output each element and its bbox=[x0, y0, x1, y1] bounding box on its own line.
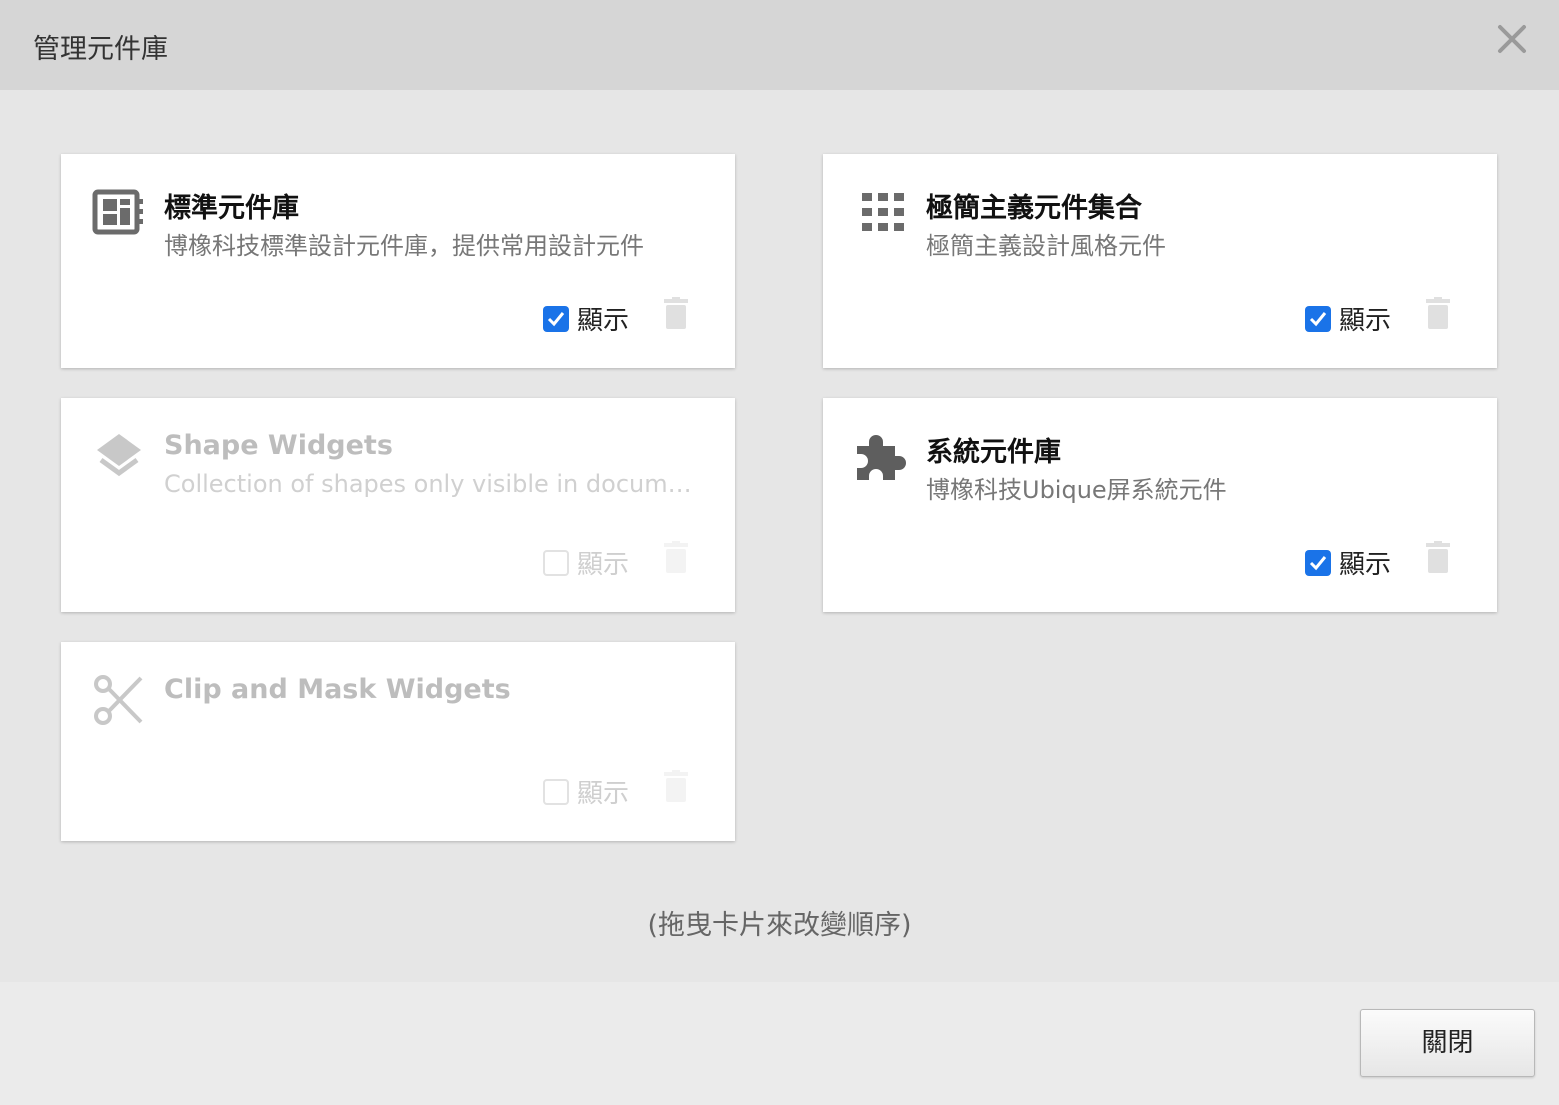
check-icon bbox=[547, 311, 565, 326]
widget-panel-icon bbox=[92, 189, 143, 235]
library-card[interactable]: 系統元件庫 博橡科技Ubique屏系統元件 顯示 bbox=[823, 398, 1497, 612]
trash-icon[interactable] bbox=[1426, 297, 1450, 329]
trash-icon[interactable] bbox=[1426, 541, 1450, 573]
library-description: 博橡科技標準設計元件庫，提供常用設計元件 bbox=[164, 232, 644, 260]
dialog-footer bbox=[0, 982, 1559, 1105]
library-card[interactable]: 極簡主義元件集合 極簡主義設計風格元件 顯示 bbox=[823, 154, 1497, 368]
show-checkbox[interactable]: 顯示 bbox=[1305, 300, 1391, 337]
close-icon[interactable] bbox=[1495, 22, 1529, 56]
library-title: 標準元件庫 bbox=[164, 193, 299, 224]
library-description: 博橡科技Ubique屏系統元件 bbox=[926, 476, 1227, 504]
trash-icon[interactable] bbox=[664, 541, 688, 573]
library-description: 極簡主義設計風格元件 bbox=[926, 232, 1166, 260]
dialog-header: 管理元件庫 bbox=[0, 0, 1559, 90]
show-label: 顯示 bbox=[1339, 306, 1392, 336]
show-checkbox[interactable]: 顯示 bbox=[543, 544, 629, 581]
checkbox-unchecked[interactable] bbox=[543, 778, 569, 805]
close-button[interactable]: 關閉 bbox=[1360, 1009, 1535, 1077]
checkbox-checked[interactable] bbox=[1305, 549, 1331, 576]
trash-icon[interactable] bbox=[664, 770, 688, 802]
check-icon bbox=[1309, 311, 1327, 326]
show-label: 顯示 bbox=[577, 306, 630, 336]
reorder-hint: (拖曳卡片來改變順序) bbox=[647, 910, 912, 941]
check-icon bbox=[1309, 555, 1327, 570]
checkbox-unchecked[interactable] bbox=[543, 549, 569, 576]
library-list: 標準元件庫 博橡科技標準設計元件庫，提供常用設計元件 顯示 極簡主義元件集合 極… bbox=[0, 90, 1559, 982]
show-checkbox[interactable]: 顯示 bbox=[543, 300, 629, 337]
library-title: 系統元件庫 bbox=[926, 437, 1061, 468]
library-card[interactable]: 標準元件庫 博橡科技標準設計元件庫，提供常用設計元件 顯示 bbox=[61, 154, 735, 368]
checkbox-checked[interactable] bbox=[1305, 305, 1331, 332]
show-label: 顯示 bbox=[577, 779, 630, 809]
library-title: 極簡主義元件集合 bbox=[926, 193, 1142, 224]
show-label: 顯示 bbox=[1339, 550, 1392, 580]
library-card[interactable]: Clip and Mask Widgets 顯示 bbox=[61, 642, 735, 841]
layers-icon bbox=[97, 434, 141, 477]
scissors-icon bbox=[94, 675, 143, 725]
library-card[interactable]: Shape Widgets Collection of shapes only … bbox=[61, 398, 735, 612]
dialog-title: 管理元件庫 bbox=[33, 34, 168, 65]
show-checkbox[interactable]: 顯示 bbox=[543, 773, 629, 810]
trash-icon[interactable] bbox=[664, 297, 688, 329]
library-description: Collection of shapes only visible in doc… bbox=[164, 470, 704, 498]
checkbox-checked[interactable] bbox=[543, 305, 569, 332]
show-checkbox[interactable]: 顯示 bbox=[1305, 544, 1391, 581]
show-label: 顯示 bbox=[577, 550, 630, 580]
grid-icon bbox=[862, 193, 904, 231]
puzzle-icon bbox=[857, 435, 906, 480]
library-title: Shape Widgets bbox=[164, 430, 393, 461]
library-title: Clip and Mask Widgets bbox=[164, 674, 511, 705]
